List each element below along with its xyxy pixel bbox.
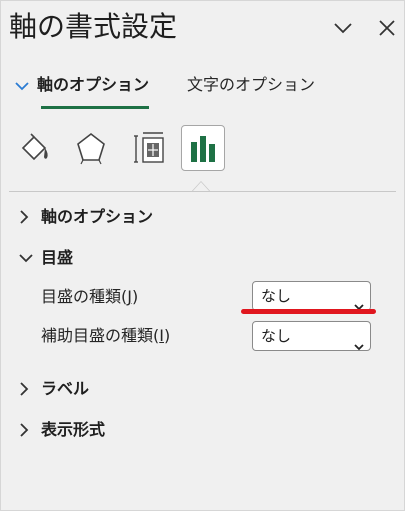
section-axis-options-label: 軸のオプション [41,207,154,226]
pane-title: 軸の書式設定 [9,10,178,43]
section-tickmarks-label: 目盛 [41,248,74,267]
pane-options-button[interactable] [328,13,358,43]
minor-tick-type-label: 補助目盛の種類(I) [41,326,171,345]
red-underline-annotation [241,309,376,314]
section-axis-options[interactable]: 軸のオプション [19,204,153,230]
section-number-format[interactable]: 表示形式 [19,417,105,443]
fill-line-icon [21,133,48,161]
chevron-down-icon [354,292,364,320]
axis-options-category-button[interactable] [181,125,225,171]
chevron-right-icon [19,382,41,396]
format-axis-pane: 軸の書式設定 軸のオプション 文字のオプション 軸のオプション 目盛 目盛の種類… [0,0,405,511]
effects-button[interactable] [69,125,113,171]
section-number-format-label: 表示形式 [41,420,106,439]
minor-tick-type-dropdown[interactable]: なし [252,321,371,351]
size-properties-icon [134,132,164,163]
divider [9,191,396,192]
minor-tick-type-value: なし [261,327,292,345]
major-tick-type-value: なし [261,287,292,305]
close-pane-button[interactable] [372,13,402,43]
tab-axis-options-label: 軸のオプション [37,75,150,94]
effects-icon [77,132,105,165]
bar-chart-icon [191,136,215,162]
tab-text-options[interactable]: 文字のオプション [187,71,315,101]
options-tabs: 軸のオプション 文字のオプション [1,63,405,113]
active-tab-indicator [41,106,150,109]
tab-axis-options[interactable]: 軸のオプション [15,71,150,109]
major-tick-type-label: 目盛の種類(J) [41,287,139,306]
fill-line-button[interactable] [13,125,57,171]
close-icon [379,20,395,36]
chevron-down-icon [334,23,352,34]
category-icon-row [1,125,405,181]
section-tickmarks[interactable]: 目盛 [19,245,73,271]
chevron-down-icon [354,332,364,360]
major-tick-type-dropdown[interactable]: なし [252,281,371,311]
chevron-right-icon [19,423,41,437]
section-labels[interactable]: ラベル [19,376,89,402]
size-properties-button[interactable] [127,125,171,171]
chevron-right-icon [19,210,41,224]
chevron-down-icon [19,253,41,263]
chevron-down-icon [15,72,37,100]
section-labels-label: ラベル [41,379,90,398]
